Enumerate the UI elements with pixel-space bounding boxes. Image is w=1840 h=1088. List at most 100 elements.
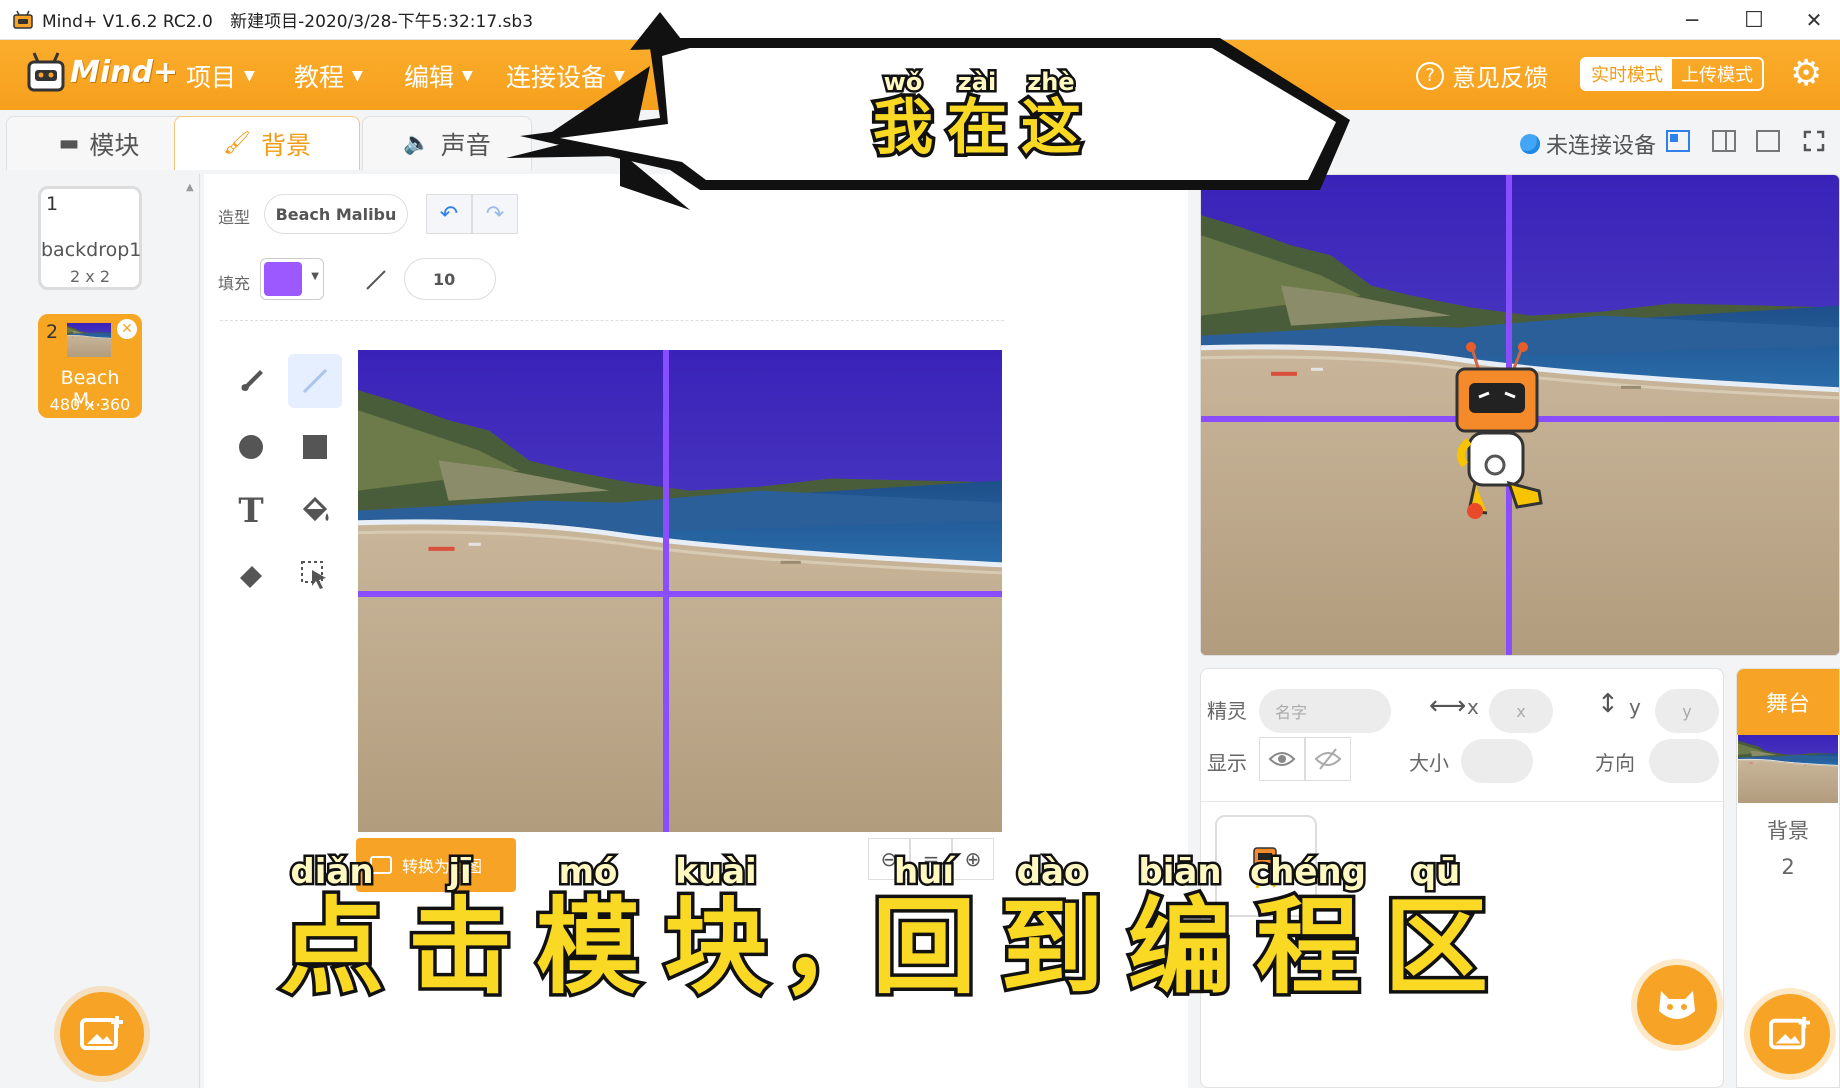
line-width-icon xyxy=(366,270,386,290)
minimize-button[interactable]: ─ xyxy=(1662,0,1722,40)
tab-blocks[interactable]: ▬ 模块 xyxy=(6,116,192,170)
circle-tool[interactable] xyxy=(224,420,278,474)
paint-canvas[interactable] xyxy=(358,350,1002,832)
eraser-icon xyxy=(240,566,262,588)
stage[interactable] xyxy=(1200,174,1840,656)
text-icon: T xyxy=(238,491,264,531)
sprite-label: 精灵 xyxy=(1207,699,1247,723)
sprite-info-divider xyxy=(1201,801,1723,802)
video-subtitle: diǎn 点 jī 击 mó 模 kuài 块 ， huí 回 dào 到 biān 编 chéng 程 qū 区 xyxy=(268,850,1568,1008)
chevron-down-icon: ▼ xyxy=(311,271,319,282)
y-input[interactable]: y xyxy=(1655,689,1719,733)
robot-sprite[interactable] xyxy=(1451,341,1561,527)
mode-switch: 实时模式 上传模式 xyxy=(1580,57,1764,91)
small-stage-icon[interactable] xyxy=(1660,124,1696,158)
add-image-icon xyxy=(80,1016,123,1050)
y-label: y xyxy=(1629,695,1641,719)
subtitle-char: mó 模 xyxy=(532,850,643,1008)
feedback-link[interactable]: ? 意见反馈 xyxy=(1416,58,1548,93)
x-label: x xyxy=(1467,695,1479,719)
rectangle-tool[interactable] xyxy=(288,420,342,474)
tab-blocks-label: 模块 xyxy=(89,130,140,160)
subtitle-char: chéng 程 xyxy=(1248,850,1369,1008)
backdrop-item[interactable]: 1 backdrop1 2 x 2 xyxy=(38,186,142,290)
fill-label: 填充 xyxy=(218,274,251,293)
costume-label: 造型 xyxy=(218,208,251,227)
brush-icon xyxy=(241,370,263,391)
cat-icon xyxy=(1659,991,1695,1019)
undo-button[interactable]: ↶ xyxy=(426,194,472,234)
close-button[interactable]: ✕ xyxy=(1784,0,1840,40)
upload-mode-button[interactable]: 上传模式 xyxy=(1672,59,1762,89)
menu-edit[interactable]: 编辑 ▼ xyxy=(404,58,473,94)
menu-edit-label: 编辑 xyxy=(404,63,455,92)
backdrop-number: 2 xyxy=(46,321,59,343)
caption-char: zài 在 xyxy=(944,66,1011,164)
size-input[interactable] xyxy=(1461,739,1533,783)
drawn-lines xyxy=(358,350,1002,832)
chevron-down-icon: ▼ xyxy=(244,68,255,84)
subtitle-char: biān 编 xyxy=(1124,850,1235,1008)
backdrop-size: 480 x 360 xyxy=(49,395,131,414)
hide-sprite-button[interactable] xyxy=(1305,737,1351,781)
circle-icon xyxy=(239,435,263,459)
backdrop-list: ▲ 1 backdrop1 2 x 2 2 ✕ Beach M... 480 x… xyxy=(0,174,200,1088)
show-label: 显示 xyxy=(1207,751,1247,775)
toolbar-divider xyxy=(220,320,1004,321)
backdrop-thumbnail xyxy=(67,323,111,357)
add-backdrop-button[interactable] xyxy=(60,992,144,1076)
device-status: 未连接设备 xyxy=(1520,128,1656,160)
large-stage-icon[interactable] xyxy=(1750,124,1786,158)
subtitle-char: jī 击 xyxy=(404,850,515,1008)
eraser-tool[interactable] xyxy=(224,548,278,602)
fill-color-picker[interactable]: ▼ xyxy=(260,258,324,300)
blocks-icon: ▬ xyxy=(58,131,80,156)
tab-background-label: 背景 xyxy=(260,130,311,160)
fill-bucket-icon xyxy=(302,496,329,522)
add-sprite-button[interactable] xyxy=(1637,965,1717,1045)
brush-icon: 🖌 xyxy=(223,131,251,156)
gear-icon[interactable]: ⚙ xyxy=(1790,56,1822,92)
stage-backdrop-label: 背景 xyxy=(1767,819,1809,843)
fullscreen-icon[interactable] xyxy=(1796,124,1832,158)
device-status-icon xyxy=(1520,134,1540,154)
robot-logo-icon xyxy=(27,52,65,92)
outline-width-input[interactable]: 10 xyxy=(404,258,496,300)
add-image-icon xyxy=(1769,1016,1810,1050)
scroll-up-icon[interactable]: ▲ xyxy=(186,182,194,193)
stage-backdrop-count: 2 xyxy=(1781,855,1795,879)
maximize-button[interactable]: ☐ xyxy=(1724,0,1784,40)
chevron-down-icon: ▼ xyxy=(352,68,363,84)
bubble-caption: wǒ 我 zài 在 zhè 这 xyxy=(866,66,1096,164)
text-tool[interactable]: T xyxy=(224,484,278,538)
sprite-name-input[interactable]: 名字 xyxy=(1259,689,1391,733)
stage-thumbnail xyxy=(1738,735,1838,803)
line-tool[interactable] xyxy=(288,354,342,408)
horizontal-arrows-icon: ⟷ xyxy=(1429,691,1467,721)
subtitle-char: ， xyxy=(777,886,888,1008)
delete-icon[interactable]: ✕ xyxy=(117,319,137,339)
fill-tool[interactable] xyxy=(288,484,342,538)
chevron-down-icon: ▼ xyxy=(462,68,473,84)
menu-project-label: 项目 xyxy=(186,63,237,92)
subtitle-char: qū 区 xyxy=(1380,850,1491,1008)
mindplus-logo: Mind+ xyxy=(26,50,178,94)
eye-off-icon xyxy=(1314,748,1342,770)
menu-tutorial[interactable]: 教程 ▼ xyxy=(294,58,363,94)
backdrop-number: 1 xyxy=(46,193,59,215)
menu-project[interactable]: 项目 ▼ xyxy=(186,58,255,94)
normal-stage-icon[interactable] xyxy=(1706,124,1742,158)
brush-tool[interactable] xyxy=(224,354,278,408)
show-sprite-button[interactable] xyxy=(1259,737,1305,781)
live-mode-button[interactable]: 实时模式 xyxy=(1582,59,1672,89)
line-icon xyxy=(302,368,328,394)
costume-name-input[interactable]: Beach Malibu xyxy=(264,194,408,234)
tab-background[interactable]: 🖌 背景 xyxy=(174,116,360,170)
add-backdrop-stage-button[interactable] xyxy=(1750,994,1830,1074)
select-tool[interactable] xyxy=(288,548,342,602)
backdrop-item-selected[interactable]: 2 ✕ Beach M... 480 x 360 xyxy=(38,314,142,418)
rectangle-icon xyxy=(303,435,327,459)
x-input[interactable]: x xyxy=(1489,689,1553,733)
direction-input[interactable] xyxy=(1649,739,1719,783)
app-window: Mind+ V1.6.2 RC2.0 新建项目-2020/3/28-下午5:32… xyxy=(0,0,1840,1088)
